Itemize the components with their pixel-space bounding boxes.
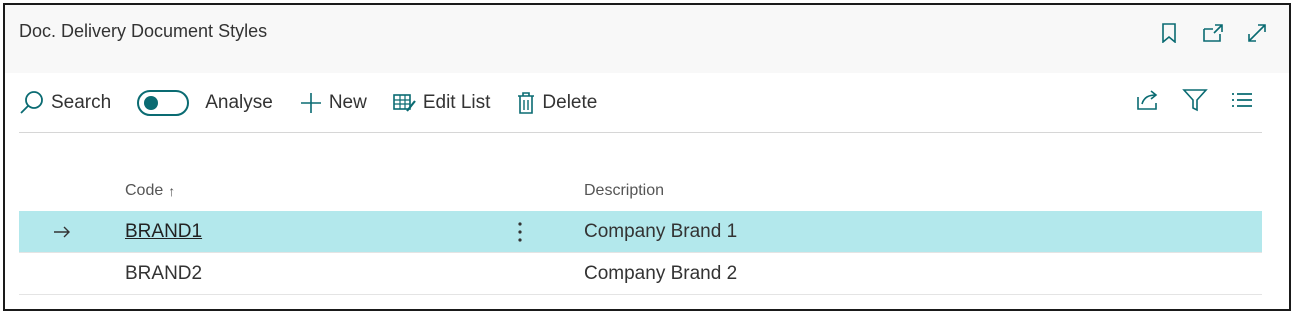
row-actions-menu-icon[interactable] (513, 211, 527, 252)
code-cell[interactable]: BRAND2 (125, 253, 202, 294)
open-new-window-icon[interactable] (1197, 17, 1229, 49)
analyse-toggle[interactable]: Analyse (137, 83, 273, 123)
search-icon (19, 90, 45, 116)
edit-list-button[interactable]: Edit List (393, 83, 491, 123)
header-actions (1153, 17, 1273, 49)
analyse-switch[interactable] (137, 89, 190, 116)
description-cell: Company Brand 1 (584, 220, 738, 242)
table-row[interactable]: BRAND1 Company Brand 1 (19, 211, 1262, 253)
sort-ascending-icon: ↑ (168, 183, 176, 199)
description-cell: Company Brand 2 (584, 262, 738, 284)
share-icon[interactable] (1136, 89, 1160, 116)
edit-list-icon (393, 92, 417, 114)
trash-icon (516, 91, 536, 115)
new-button[interactable]: New (299, 83, 367, 123)
search-button[interactable]: Search (19, 83, 111, 123)
delete-label: Delete (542, 91, 598, 113)
action-bar: Search Analyse New Edit List Delete (19, 73, 1262, 133)
list-table: Code ↑ Description BRAND1 Company Brand … (19, 171, 1262, 295)
bookmark-icon[interactable] (1153, 17, 1185, 49)
column-header-code[interactable]: Code ↑ (125, 171, 175, 211)
edit-list-label: Edit List (422, 91, 491, 113)
list-view-actions (1136, 88, 1262, 117)
list-options-icon[interactable] (1230, 90, 1254, 115)
page-header: Doc. Delivery Document Styles (5, 5, 1289, 73)
plus-icon (299, 91, 323, 115)
search-label: Search (51, 91, 112, 113)
code-cell[interactable]: BRAND1 (125, 211, 202, 252)
row-pointer-arrow-icon (53, 211, 73, 252)
new-label: New (328, 91, 367, 113)
page-title: Doc. Delivery Document Styles (19, 21, 268, 41)
delete-button[interactable]: Delete (516, 83, 597, 123)
column-header-description[interactable]: Description (584, 171, 664, 211)
code-link[interactable]: BRAND1 (125, 221, 202, 243)
table-row[interactable]: BRAND2 Company Brand 2 (19, 253, 1262, 295)
analyse-label: Analyse (205, 91, 273, 113)
table-header-row: Code ↑ Description (19, 171, 1262, 211)
page-window: Doc. Delivery Document Styles Search Ana… (3, 3, 1291, 311)
column-description-label: Description (584, 182, 665, 199)
column-code-label: Code (125, 182, 164, 199)
filter-icon[interactable] (1182, 88, 1208, 117)
expand-icon[interactable] (1241, 17, 1273, 49)
